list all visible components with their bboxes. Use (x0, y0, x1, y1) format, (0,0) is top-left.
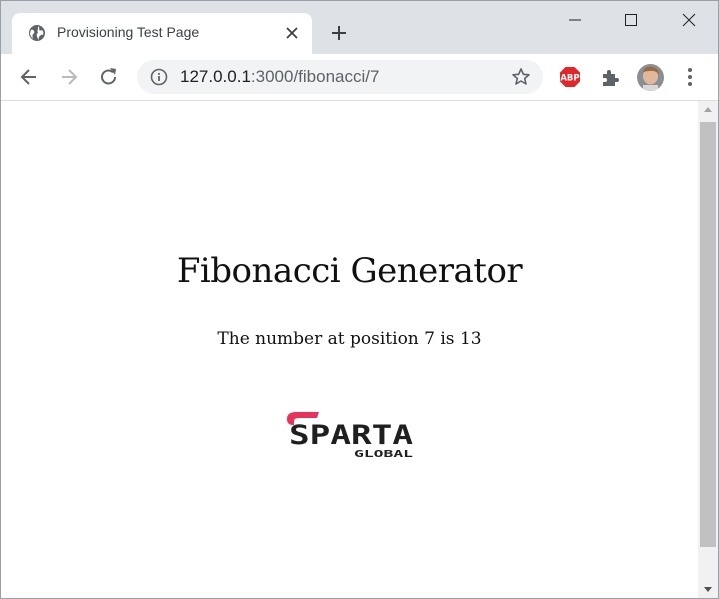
logo-text-primary: SPARTA (289, 420, 413, 451)
tab-strip: Provisioning Test Page (1, 1, 718, 54)
extensions-button[interactable] (600, 67, 621, 88)
adblock-icon: ABP (560, 67, 580, 87)
bookmark-star-icon[interactable] (511, 67, 531, 87)
close-icon[interactable] (284, 25, 300, 41)
tab-title: Provisioning Test Page (57, 24, 200, 40)
forward-button[interactable] (58, 66, 80, 88)
url-path: :3000/fibonacci/7 (250, 67, 380, 86)
puzzle-icon (603, 70, 619, 86)
maximize-icon (625, 14, 637, 26)
minimize-button[interactable] (546, 1, 604, 39)
globe-icon (28, 24, 46, 42)
sparta-global-logo: SPARTA GLOBAL (287, 410, 415, 460)
browser-window: Provisioning Test Page 127.0.0.1:3000/fi… (0, 0, 719, 599)
back-arrow-icon (20, 69, 36, 85)
more-vert-icon (688, 68, 692, 86)
scrollbar-thumb[interactable] (700, 122, 716, 547)
window-close-icon (682, 13, 696, 27)
window-close-button[interactable] (660, 1, 718, 39)
back-button[interactable] (18, 66, 40, 88)
toolbar: 127.0.0.1:3000/fibonacci/7 ABP (1, 54, 718, 101)
reload-icon (101, 68, 116, 85)
plus-icon (332, 26, 346, 40)
url-host: 127.0.0.1 (180, 67, 251, 86)
page-title: Fibonacci Generator (176, 251, 523, 291)
vertical-scrollbar[interactable] (698, 101, 718, 598)
maximize-button[interactable] (602, 1, 660, 39)
info-icon[interactable] (150, 68, 168, 86)
abp-label: ABP (560, 74, 579, 84)
scroll-down-arrow-icon[interactable] (698, 580, 718, 598)
url-text: 127.0.0.1:3000/fibonacci/7 (180, 67, 379, 87)
tab-active[interactable]: Provisioning Test Page (12, 13, 312, 54)
scroll-up-arrow-icon[interactable] (698, 101, 718, 119)
new-tab-button[interactable] (330, 24, 348, 42)
address-bar[interactable]: 127.0.0.1:3000/fibonacci/7 (137, 60, 543, 94)
reload-button[interactable] (98, 66, 120, 88)
logo-text-secondary: GLOBAL (354, 449, 413, 460)
page-content: Fibonacci Generator The number at positi… (1, 101, 698, 598)
profile-avatar[interactable] (637, 64, 664, 91)
forward-arrow-icon (62, 69, 78, 85)
browser-menu-button[interactable] (681, 66, 699, 88)
adblock-extension-button[interactable]: ABP (559, 66, 581, 88)
minimize-icon (569, 19, 581, 21)
avatar-icon (637, 64, 664, 91)
fibonacci-result-text: The number at position 7 is 13 (217, 329, 482, 349)
